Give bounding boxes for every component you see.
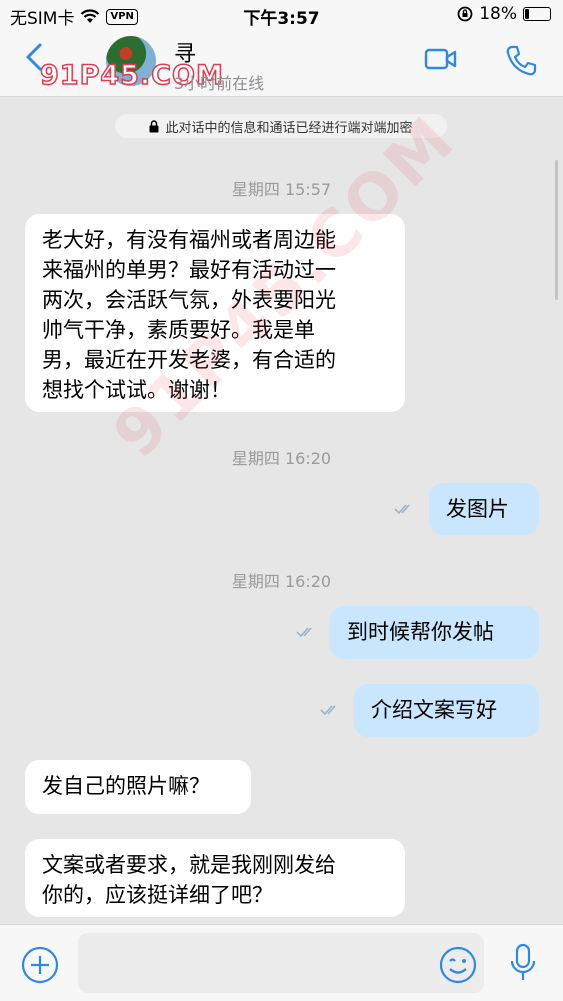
message-line: 来福州的单男？最好有活动过一 (42, 258, 336, 282)
read-receipt-icon (394, 504, 410, 515)
lock-icon (149, 119, 159, 132)
message-line: 帅气干净，素质要好。我是单 (42, 318, 315, 342)
read-receipt-icon (296, 627, 312, 638)
message-bubble-incoming[interactable]: 文案或者要求，就是我刚刚发给 你的，应该挺详细了吧？ (25, 839, 405, 917)
emoji-sticker-icon[interactable] (438, 945, 478, 985)
message-line: 两次，会活跃气氛，外表要阳光 (42, 288, 336, 312)
scrollbar[interactable] (555, 160, 558, 300)
encryption-notice-text: 此对话中的信息和通话已经进行端对端加密 (165, 120, 413, 136)
rotation-lock-icon (457, 6, 473, 22)
date-separator: 星期四 16:20 (231, 572, 332, 591)
message-line: 你的，应该挺详细了吧？ (42, 883, 273, 907)
message-line: 老大好，有没有福州或者周边能 (42, 228, 336, 252)
contact-name[interactable]: 寻 (174, 36, 196, 68)
chat-header: 91P45.COM 寻 3小时前在线 (0, 30, 563, 97)
message-input[interactable] (78, 933, 484, 993)
read-receipt-icon (320, 705, 336, 716)
battery-percent: 18% (479, 4, 517, 24)
message-bubble-outgoing[interactable]: 介绍文案写好 (354, 684, 539, 737)
message-bubble-incoming[interactable]: 发自己的照片嘛？ (25, 760, 251, 814)
message-line: 想找个试试。谢谢！ (42, 378, 231, 402)
message-line: 文案或者要求，就是我刚刚发给 (42, 853, 336, 877)
date-separator: 星期四 15:57 (231, 180, 332, 199)
add-attachment-icon[interactable] (20, 945, 60, 985)
status-bar: 无SIM卡 VPN 下午3:57 18% (0, 0, 563, 30)
video-call-icon[interactable] (424, 46, 458, 72)
last-seen-status: 3小时前在线 (174, 74, 265, 93)
message-line: 男，最近在开发老婆，有合适的 (42, 348, 336, 372)
phone-call-icon[interactable] (504, 44, 538, 78)
message-bubble-outgoing[interactable]: 到时候帮你发帖 (330, 606, 539, 659)
encryption-notice[interactable]: 此对话中的信息和通话已经进行端对端加密 (115, 114, 447, 138)
message-bubble-outgoing[interactable]: 发图片 (429, 483, 539, 535)
message-bubble-incoming[interactable]: 老大好，有没有福州或者周边能 来福州的单男？最好有活动过一 两次，会活跃气氛，外… (25, 214, 405, 412)
message-composer (0, 924, 563, 1001)
battery-icon (523, 7, 551, 21)
date-separator: 星期四 16:20 (231, 449, 332, 468)
microphone-icon[interactable] (508, 943, 538, 985)
